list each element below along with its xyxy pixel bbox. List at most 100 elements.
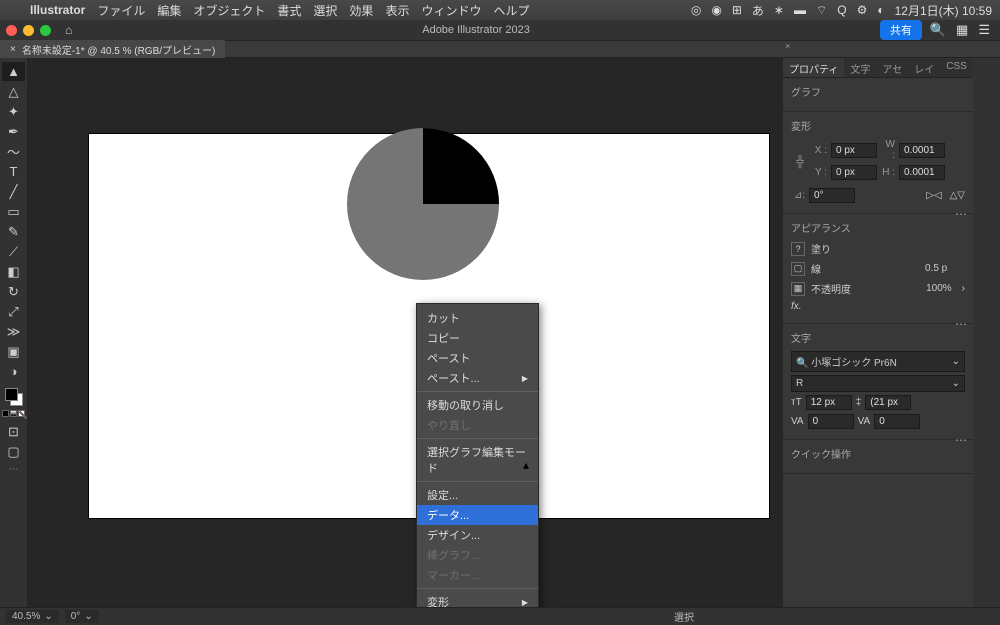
reference-point-icon[interactable]: ╬	[791, 153, 809, 171]
menu-type[interactable]: 書式	[277, 2, 301, 19]
wifi-icon[interactable]: ⌔	[816, 3, 827, 18]
panel-collapse-icon[interactable]: ×	[785, 41, 795, 51]
fill-swatch-icon[interactable]: ?	[791, 242, 805, 256]
status-icon[interactable]: ◉	[711, 3, 721, 17]
width-tool[interactable]: ≫	[2, 322, 25, 341]
opacity-value[interactable]: 100%	[926, 283, 952, 294]
tab-css[interactable]: CSS	[940, 58, 973, 77]
ctx-undo-move[interactable]: 移動の取り消し	[417, 395, 538, 415]
home-icon[interactable]: ⌂	[65, 23, 72, 37]
tab-layers[interactable]: レイ	[908, 58, 940, 77]
pie-graph-object[interactable]	[347, 128, 499, 280]
ctx-cut[interactable]: カット	[417, 308, 538, 328]
rotate-tool[interactable]: ↻	[2, 282, 25, 301]
macos-menubar: Illustrator ファイル 編集 オブジェクト 書式 選択 効果 表示 ウ…	[0, 0, 1000, 20]
direct-selection-tool[interactable]: △	[2, 82, 25, 101]
status-icon[interactable]: ⊞	[732, 3, 742, 17]
canvas[interactable]: カット コピー ペースト ペースト...▶ 移動の取り消し やり直し 選択グラフ…	[27, 58, 783, 607]
h-field[interactable]: 0.0001	[899, 165, 945, 180]
eraser-tool[interactable]: ◧	[2, 262, 25, 281]
section-title: アピアランス	[791, 220, 965, 235]
status-icon[interactable]: ◎	[691, 3, 701, 17]
stroke-swatch-icon[interactable]: ▢	[791, 262, 805, 276]
status-icon[interactable]: あ	[752, 2, 764, 19]
x-field[interactable]: 0 px	[831, 143, 877, 158]
collapsed-panels-rail[interactable]	[973, 58, 1000, 607]
y-field[interactable]: 0 px	[831, 165, 877, 180]
draw-mode[interactable]: ⊡	[2, 422, 25, 441]
scale-tool[interactable]: ⤢	[2, 302, 25, 321]
w-field[interactable]: 0.0001	[899, 143, 945, 158]
document-tab[interactable]: × 名称未設定-1* @ 40.5 % (RGB/プレビュー)	[0, 40, 225, 58]
color-mode-row[interactable]	[2, 410, 25, 417]
control-center-icon[interactable]: ⚙	[857, 3, 868, 17]
tab-assets[interactable]: アセ	[876, 58, 908, 77]
ctx-graph-edit-mode[interactable]: 選択グラフ編集モード	[417, 442, 538, 478]
window-zoom-button[interactable]	[40, 25, 51, 36]
kerning-field[interactable]: 0	[808, 414, 854, 429]
curvature-tool[interactable]: 〜	[2, 142, 25, 161]
battery-icon[interactable]: ▬	[794, 3, 806, 17]
stroke-weight-field[interactable]: 0.5 p	[925, 263, 965, 274]
window-close-button[interactable]	[6, 25, 17, 36]
search-icon[interactable]: 🔍	[930, 22, 946, 38]
rotate-view-select[interactable]: 0° ⌄	[65, 610, 99, 623]
zoom-select[interactable]: 40.5% ⌄	[6, 610, 59, 623]
flip-h-icon[interactable]: ▷◁	[926, 190, 941, 201]
pen-tool[interactable]: ✒	[2, 122, 25, 141]
ctx-paste[interactable]: ペースト	[417, 348, 538, 368]
ctx-copy[interactable]: コピー	[417, 328, 538, 348]
ctx-transform[interactable]: 変形▶	[417, 592, 538, 607]
opacity-icon[interactable]: ▦	[791, 282, 805, 296]
tab-character[interactable]: 文字	[844, 58, 876, 77]
more-options-icon[interactable]: ⋯	[955, 433, 967, 447]
window-minimize-button[interactable]	[23, 25, 34, 36]
screen-mode[interactable]: ▢	[2, 442, 25, 461]
ctx-bar-graph: 棒グラフ...	[417, 545, 538, 565]
section-title: 文字	[791, 330, 965, 345]
arrange-icon[interactable]: ▦	[956, 22, 968, 38]
font-size-field[interactable]: 12 px	[806, 395, 852, 410]
menu-select[interactable]: 選択	[313, 2, 337, 19]
shape-builder-tool[interactable]: ◑	[2, 362, 25, 381]
bluetooth-icon[interactable]: ∗	[774, 3, 784, 17]
menu-help[interactable]: ヘルプ	[493, 2, 529, 19]
clock[interactable]: 12月1日(木) 10:59	[895, 2, 992, 19]
ctx-data[interactable]: データ...	[417, 505, 538, 525]
shaper-tool[interactable]: ⟋	[2, 242, 25, 261]
share-button[interactable]: 共有	[880, 20, 922, 40]
menu-edit[interactable]: 編集	[157, 2, 181, 19]
menu-file[interactable]: ファイル	[97, 2, 145, 19]
fx-icon[interactable]: fx.	[791, 301, 802, 312]
close-tab-icon[interactable]: ×	[10, 44, 16, 55]
section-title: グラフ	[791, 84, 965, 99]
font-family-select[interactable]: 🔍 小塚ゴシック Pr6N⌄	[791, 351, 965, 372]
menu-effect[interactable]: 効果	[349, 2, 373, 19]
leading-field[interactable]: (21 px	[865, 395, 911, 410]
type-tool[interactable]: T	[2, 162, 25, 181]
angle-field[interactable]: 0°	[809, 188, 855, 203]
free-transform-tool[interactable]: ▣	[2, 342, 25, 361]
menu-object[interactable]: オブジェクト	[193, 2, 265, 19]
menu-view[interactable]: 表示	[385, 2, 409, 19]
tracking-field[interactable]: 0	[874, 414, 920, 429]
fill-stroke-swatch[interactable]	[5, 388, 23, 406]
selection-tool[interactable]: ▲	[2, 62, 25, 81]
rectangle-tool[interactable]: ▭	[2, 202, 25, 221]
app-name[interactable]: Illustrator	[30, 3, 85, 17]
ctx-redo: やり直し	[417, 415, 538, 435]
edit-toolbar[interactable]: ⋯	[2, 462, 25, 476]
magic-wand-tool[interactable]: ✦	[2, 102, 25, 121]
tab-properties[interactable]: プロパティ	[783, 58, 844, 77]
ctx-settings[interactable]: 設定...	[417, 485, 538, 505]
font-style-select[interactable]: R⌄	[791, 375, 965, 392]
ctx-design[interactable]: デザイン...	[417, 525, 538, 545]
ctx-paste-special[interactable]: ペースト...▶	[417, 368, 538, 388]
menu-window[interactable]: ウィンドウ	[421, 2, 481, 19]
siri-icon[interactable]: ◐	[877, 3, 884, 17]
workspace-icon[interactable]: ☰	[978, 22, 990, 38]
flip-v-icon[interactable]: △▽	[950, 190, 965, 201]
line-tool[interactable]: ╱	[2, 182, 25, 201]
brush-tool[interactable]: ✎	[2, 222, 25, 241]
search-icon[interactable]: Q	[837, 3, 846, 17]
